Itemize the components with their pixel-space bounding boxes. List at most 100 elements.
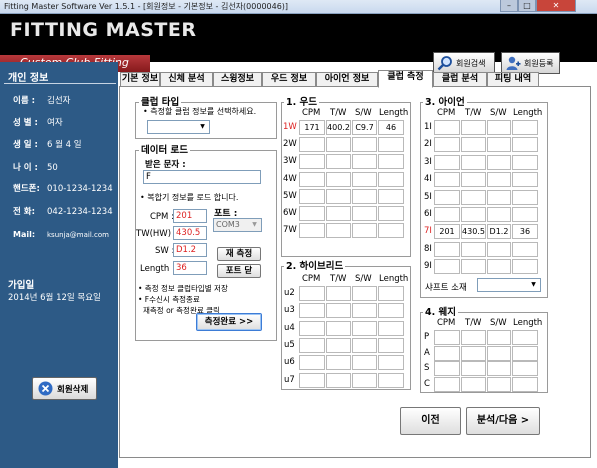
measure-cell[interactable] [512,361,538,376]
measure-cell[interactable] [378,137,404,153]
measure-cell[interactable] [461,154,486,170]
measure-cell[interactable] [378,223,404,239]
measure-cell[interactable] [378,188,404,204]
measure-cell[interactable] [512,154,538,170]
measure-cell[interactable] [434,189,460,205]
measure-cell[interactable] [512,330,538,345]
measure-cell[interactable] [352,188,377,204]
measure-cell[interactable]: C9.7 [352,120,377,135]
measure-cell[interactable] [352,355,377,371]
measure-cell[interactable] [461,376,486,392]
tab-body-analysis[interactable]: 신체 분석 [160,72,213,87]
measure-cell[interactable] [487,137,511,153]
sw-field[interactable]: D1.2 [173,243,207,257]
measure-cell[interactable] [378,206,404,221]
measure-cell[interactable]: 171 [299,120,325,135]
measure-cell[interactable] [378,320,404,336]
measure-cell[interactable]: 36 [512,224,538,240]
tw-field[interactable]: 430.5 [173,226,207,240]
measure-cell[interactable] [512,172,538,188]
port-close-button[interactable]: 포트 닫 [217,264,261,278]
measure-cell[interactable]: D1.2 [487,224,511,240]
measure-cell[interactable] [378,372,404,388]
measure-cell[interactable] [352,223,377,239]
measure-cell[interactable] [299,171,325,187]
measure-cell[interactable] [326,286,351,301]
tab-iron-info[interactable]: 아이언 정보 [316,72,378,87]
measure-cell[interactable] [487,376,511,392]
measure-cell[interactable] [461,207,486,222]
club-type-select[interactable]: ▼ [147,120,210,134]
tab-fitting-history[interactable]: 피팅 내역 [487,72,539,87]
measure-cell[interactable] [352,154,377,170]
tab-club-measure[interactable]: 클럽 측정 [378,70,433,88]
measure-cell[interactable] [326,372,351,388]
minimize-button[interactable]: – [500,0,518,12]
measure-cell[interactable] [326,355,351,371]
measure-cell[interactable] [461,172,486,188]
measure-cell[interactable] [434,376,460,392]
measure-cell[interactable] [352,171,377,187]
measure-cell[interactable] [434,330,460,345]
measure-cell[interactable]: 400.2 [326,120,351,135]
measure-cell[interactable] [487,207,511,222]
measure-cell[interactable] [487,154,511,170]
measure-cell[interactable] [434,154,460,170]
measure-cell[interactable] [434,207,460,222]
measure-cell[interactable] [299,154,325,170]
measure-cell[interactable] [326,171,351,187]
measure-cell[interactable] [434,241,460,257]
measure-cell[interactable] [326,223,351,239]
measure-cell[interactable] [299,206,325,221]
measure-cell[interactable] [299,303,325,319]
measure-cell[interactable] [352,372,377,388]
measure-cell[interactable] [326,206,351,221]
measure-cell[interactable] [326,188,351,204]
analyze-next-button[interactable]: 분석/다음 > [466,407,540,435]
measure-cell[interactable] [487,345,511,361]
measure-cell[interactable] [326,337,351,353]
port-select[interactable]: COM3 ▼ [213,218,262,232]
measure-cell[interactable] [434,120,460,135]
measure-cell[interactable] [461,361,486,376]
measure-cell[interactable] [434,361,460,376]
remeasure-button[interactable]: 재 측정 [217,247,261,261]
tab-basic-info[interactable]: 기본 정보 [120,72,160,87]
delete-member-button[interactable]: 회원삭제 [32,377,97,400]
measure-cell[interactable] [487,189,511,205]
measure-cell[interactable] [512,137,538,153]
measure-cell[interactable] [512,241,538,257]
measure-cell[interactable] [461,241,486,257]
measure-cell[interactable] [487,330,511,345]
measure-cell[interactable] [434,137,460,153]
measure-cell[interactable] [352,337,377,353]
measure-cell[interactable] [512,189,538,205]
measure-cell[interactable] [487,361,511,376]
measure-cell[interactable] [326,154,351,170]
measure-cell[interactable] [299,188,325,204]
measure-cell[interactable] [434,172,460,188]
received-text-field[interactable]: F [143,170,261,184]
tab-wood-info[interactable]: 우드 정보 [262,72,316,87]
measure-cell[interactable] [512,120,538,135]
measure-cell[interactable] [352,286,377,301]
measure-cell[interactable] [299,223,325,239]
measure-cell[interactable] [326,137,351,153]
measure-cell[interactable] [378,303,404,319]
measure-cell[interactable]: 46 [378,120,404,135]
prev-button[interactable]: 이전 [400,407,461,435]
measure-cell[interactable] [299,286,325,301]
measure-complete-button[interactable]: 측정완료 >> [196,313,262,331]
measure-cell[interactable] [461,137,486,153]
measure-cell[interactable] [352,206,377,221]
measure-cell[interactable] [299,355,325,371]
measure-cell[interactable] [461,345,486,361]
measure-cell[interactable] [352,320,377,336]
maximize-button[interactable]: □ [518,0,536,12]
measure-cell[interactable] [299,137,325,153]
length-field[interactable]: 36 [173,261,207,275]
measure-cell[interactable] [299,337,325,353]
measure-cell[interactable] [487,259,511,275]
measure-cell[interactable] [512,345,538,361]
member-register-button[interactable]: 회원등록 [501,52,560,74]
